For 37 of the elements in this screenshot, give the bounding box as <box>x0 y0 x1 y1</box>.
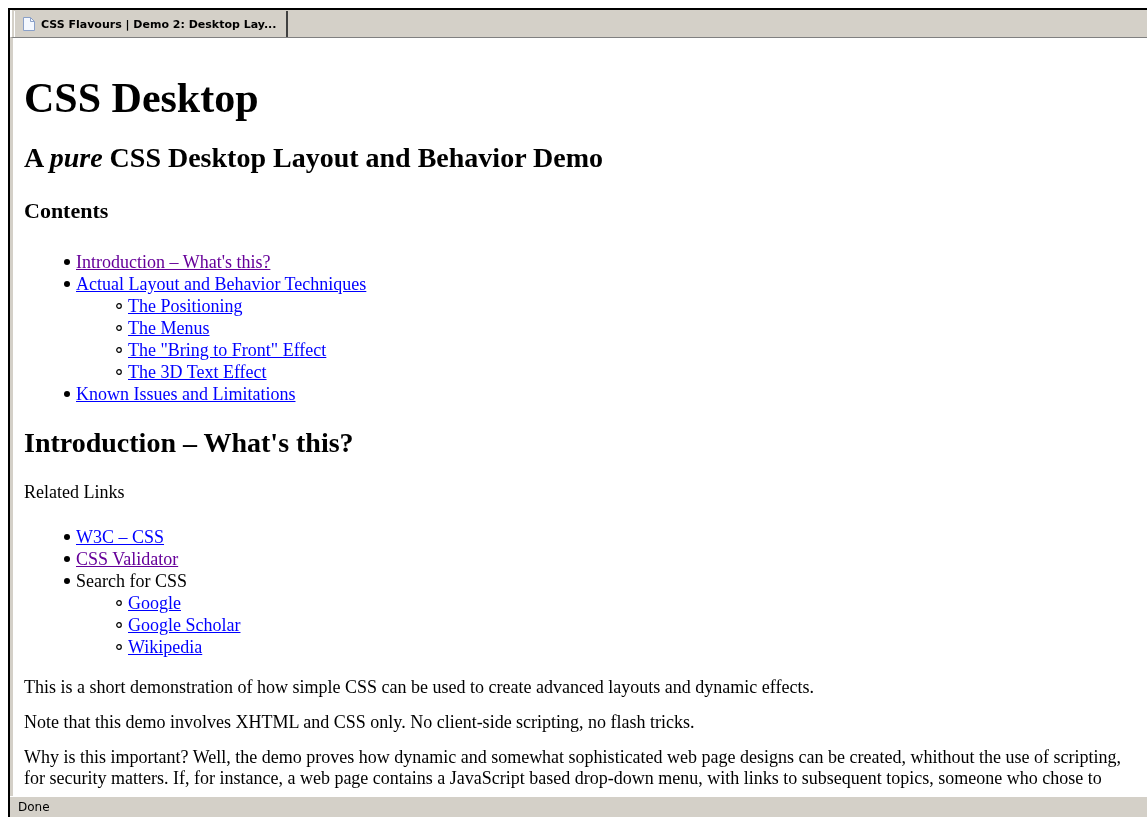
paragraph-line: Why is this important? Well, the demo proves how dynamic and somewhat sophisticated web page designs can be created, whithout the use of scripting, <box>24 747 1122 768</box>
section-heading: Introduction – What's this? <box>24 427 355 459</box>
page-tab[interactable]: CSS Flavours | Demo 2: Desktop Lay... <box>14 11 289 37</box>
list-text: Search for CSS <box>76 570 187 592</box>
link[interactable]: Known Issues and Limitations <box>76 383 296 405</box>
link[interactable]: The 3D Text Effect <box>128 361 267 383</box>
bullet-icon <box>64 281 70 287</box>
bullet-icon <box>116 369 122 375</box>
link[interactable]: Wikipedia <box>128 636 203 658</box>
bullet-icon <box>64 534 70 540</box>
link[interactable]: Introduction – What's this? <box>76 251 271 273</box>
link[interactable]: W3C – CSS <box>76 526 165 548</box>
page-icon <box>23 17 35 31</box>
contents-heading: Contents <box>24 198 110 224</box>
related-label: Related Links <box>24 482 126 503</box>
link[interactable]: CSS Validator <box>76 548 179 570</box>
link[interactable]: Google Scholar <box>128 614 241 636</box>
bullet-icon <box>64 556 70 562</box>
paragraph-line: for security matters. If, for instance, a web page contains a JavaScript based drop-down menu, with links to subsequent topics, someone who chose to <box>24 768 1103 789</box>
page-title: CSS Desktop <box>24 74 260 122</box>
paragraph-line: Note that this demo involves XHTML and CSS only. No client-side scripting, no flash tricks. <box>24 712 696 733</box>
link[interactable]: The Positioning <box>128 295 243 317</box>
bullet-icon <box>116 303 122 309</box>
page-subtitle: A pure CSS Desktop Layout and Behavior Demo <box>24 142 605 174</box>
bullet-icon <box>64 259 70 265</box>
bullet-icon <box>116 325 122 331</box>
bullet-icon <box>116 600 122 606</box>
bullet-icon <box>64 578 70 584</box>
bullet-icon <box>116 347 122 353</box>
paragraph-line: This is a short demonstration of how simple CSS can be used to create advanced layouts and dynamic effects. <box>24 677 815 698</box>
link[interactable]: Google <box>128 592 181 614</box>
link[interactable]: Actual Layout and Behavior Techniques <box>76 273 367 295</box>
link[interactable]: The "Bring to Front" Effect <box>128 339 327 361</box>
bullet-icon <box>116 644 122 650</box>
bullet-icon <box>116 622 122 628</box>
link[interactable]: The Menus <box>128 317 210 339</box>
bullet-icon <box>64 391 70 397</box>
